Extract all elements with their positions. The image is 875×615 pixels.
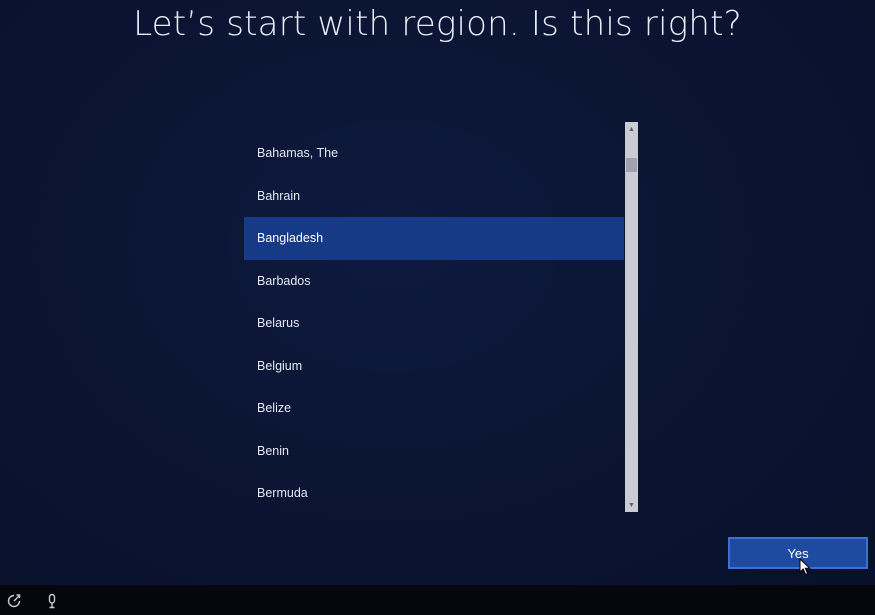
list-item[interactable]: Bahrain: [244, 175, 624, 218]
chevron-down-icon[interactable]: ▼: [625, 498, 638, 512]
chevron-up-icon[interactable]: ▲: [625, 122, 638, 136]
list-item-label: Bangladesh: [257, 231, 324, 246]
list-item-label: Belize: [257, 401, 292, 416]
list-item-label: Bahrain: [257, 188, 301, 203]
scrollbar-thumb[interactable]: [626, 158, 637, 172]
list-item[interactable]: Belgium: [244, 345, 624, 388]
mouse-cursor-icon: [799, 558, 811, 576]
list-item[interactable]: Bermuda: [244, 472, 624, 512]
yes-button[interactable]: Yes: [728, 537, 868, 569]
ease-of-access-icon[interactable]: [6, 593, 22, 609]
list-item[interactable]: Belarus: [244, 302, 624, 345]
taskbar: [0, 585, 875, 615]
microphone-icon[interactable]: [44, 593, 60, 609]
region-list[interactable]: Bahamas, The Bahrain Bangladesh Barbados…: [244, 132, 624, 512]
list-item[interactable]: Bahamas, The: [244, 132, 624, 175]
list-item-label: Belarus: [257, 316, 300, 331]
vertical-scrollbar[interactable]: ▲ ▼: [625, 122, 638, 512]
list-item-selected[interactable]: Bangladesh: [244, 217, 624, 260]
list-item-label: Bermuda: [257, 486, 308, 501]
list-item-label: Barbados: [257, 273, 311, 288]
list-item[interactable]: Belize: [244, 387, 624, 430]
list-item-label: Benin: [257, 443, 289, 458]
page-title: Let’s start with region. Is this right?: [133, 4, 742, 44]
list-item-label: Belgium: [257, 358, 303, 373]
list-item[interactable]: Barbados: [244, 260, 624, 303]
list-item-label: Bahamas, The: [257, 146, 339, 161]
list-item[interactable]: Benin: [244, 430, 624, 473]
oobe-screen: Let’s start with region. Is this right? …: [0, 0, 875, 615]
